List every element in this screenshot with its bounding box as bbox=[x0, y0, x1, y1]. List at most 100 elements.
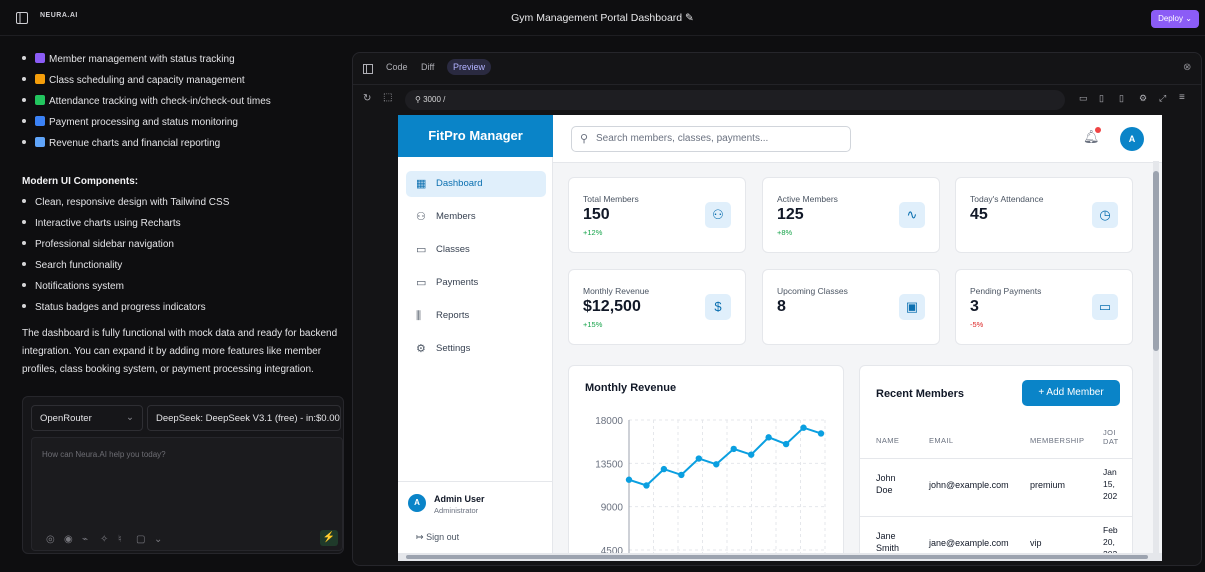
vertical-scrollbar[interactable] bbox=[1153, 161, 1159, 557]
data-point[interactable] bbox=[730, 445, 737, 453]
data-point[interactable] bbox=[625, 476, 633, 483]
feature-bullet: Payment processing and status monitoring bbox=[22, 116, 238, 128]
reload-icon[interactable]: ↻ bbox=[363, 93, 371, 104]
prompt-input[interactable]: How can Neura.AI help you today? ◎ ◉ ⌁ ✧… bbox=[31, 437, 343, 551]
chevron-down-icon: ⌄ bbox=[126, 412, 134, 423]
sidebar-item-settings[interactable]: ⚙ Settings bbox=[406, 336, 546, 362]
expand-icon[interactable]: ⤢ bbox=[1159, 93, 1166, 104]
stat-label: Total Members bbox=[583, 194, 639, 204]
search-input[interactable]: ⚲ Search members, classes, payments... bbox=[571, 126, 851, 152]
model-select[interactable]: DeepSeek: DeepSeek V3.1 (free) - in:$0.0… bbox=[147, 405, 341, 431]
data-point[interactable] bbox=[817, 430, 825, 437]
url-port: 3000 bbox=[423, 95, 441, 104]
clock-icon: ◷ bbox=[1092, 202, 1118, 228]
sparkle-icon[interactable]: ✧ bbox=[100, 534, 108, 545]
stat-value: 125 bbox=[777, 206, 804, 223]
menu-icon[interactable]: ≡ bbox=[1179, 92, 1185, 103]
revenue-panel: Monthly Revenue 4500 9000 13500 18000 bbox=[568, 365, 844, 561]
provider-select[interactable]: OpenRouter ⌄ bbox=[31, 405, 143, 431]
bullet-text: Status badges and progress indicators bbox=[35, 302, 206, 313]
pencil-icon[interactable]: ✎ bbox=[685, 12, 694, 24]
app-window: NEURA.AI Gym Management Portal Dashboard… bbox=[0, 0, 1205, 572]
horizontal-scroll-thumb[interactable] bbox=[406, 555, 1148, 559]
y-tick-label: 9000 bbox=[601, 503, 624, 514]
url-path: / bbox=[443, 95, 446, 104]
chat-icon[interactable]: ▢ bbox=[136, 534, 145, 545]
series-line bbox=[628, 426, 822, 487]
app-header: ⚲ Search members, classes, payments... 🔔︎… bbox=[553, 115, 1162, 163]
data-point[interactable] bbox=[765, 434, 772, 441]
data-point[interactable] bbox=[713, 461, 720, 468]
tab-preview[interactable]: Preview bbox=[447, 59, 492, 75]
stat-label: Active Members bbox=[777, 194, 838, 204]
feature-bullet: Member management with status tracking bbox=[22, 53, 235, 65]
prompt-placeholder: How can Neura.AI help you today? bbox=[42, 450, 166, 459]
member-name: Jane Smith bbox=[876, 531, 900, 553]
sign-out-label: Sign out bbox=[426, 532, 460, 542]
sidebar-item-members[interactable]: ⚇ Members bbox=[406, 204, 546, 230]
data-point[interactable] bbox=[643, 482, 650, 489]
sidebar-item-label: Settings bbox=[436, 343, 471, 354]
sidebar-item-dashboard[interactable]: ▦ Dashboard bbox=[406, 171, 546, 197]
chat-input-box: OpenRouter ⌄ DeepSeek: DeepSeek V3.1 (fre… bbox=[22, 396, 344, 554]
tab-code[interactable]: Code bbox=[386, 62, 408, 72]
stat-card: Today's Attendance 45 ◷ bbox=[955, 177, 1133, 253]
y-tick-label: 18000 bbox=[595, 416, 623, 427]
horizontal-scrollbar[interactable] bbox=[398, 553, 1162, 561]
member-membership: vip bbox=[1030, 538, 1042, 548]
bullet-text: Attendance tracking with check-in/check-… bbox=[49, 96, 271, 107]
data-point[interactable] bbox=[800, 424, 807, 431]
mic-icon[interactable]: ♮ bbox=[118, 534, 122, 545]
deploy-button[interactable]: Deploy ⌄ bbox=[1151, 10, 1199, 28]
close-icon[interactable]: ⊗ bbox=[1183, 62, 1191, 73]
palette-icon[interactable]: ◎ bbox=[46, 534, 55, 545]
url-input[interactable]: ⚲ 3000 / bbox=[405, 90, 1065, 110]
calendar-icon: ▭ bbox=[416, 244, 427, 256]
tablet-icon[interactable]: ▯ bbox=[1099, 93, 1104, 104]
data-point[interactable] bbox=[660, 465, 668, 473]
data-point[interactable] bbox=[678, 471, 685, 479]
search-placeholder: Search members, classes, payments... bbox=[596, 133, 769, 144]
vertical-scroll-thumb[interactable] bbox=[1153, 171, 1159, 351]
stat-change: -5% bbox=[970, 320, 984, 329]
table-header: JOI DAT bbox=[1103, 428, 1119, 446]
header-avatar[interactable]: A bbox=[1120, 127, 1144, 151]
table-header: EMAIL bbox=[929, 436, 954, 445]
bullet-dot bbox=[22, 98, 26, 103]
component-bullet: Interactive charts using Recharts bbox=[22, 218, 181, 229]
sidebar-item-reports[interactable]: ⫼ Reports bbox=[406, 303, 546, 329]
grid-icon: ▦ bbox=[416, 178, 427, 190]
sidebar-item-payments[interactable]: ▭ Payments bbox=[406, 270, 546, 296]
tab-diff[interactable]: Diff bbox=[421, 62, 434, 72]
section-heading: Modern UI Components: bbox=[22, 176, 139, 187]
stat-label: Monthly Revenue bbox=[583, 286, 650, 296]
stat-change: +12% bbox=[583, 228, 603, 237]
brand-logo: FitPro Manager bbox=[398, 115, 553, 157]
device-icon[interactable]: ▭ bbox=[1079, 93, 1088, 104]
github-icon[interactable]: ◉ bbox=[64, 534, 73, 545]
bullet-text: Member management with status tracking bbox=[49, 54, 235, 65]
table-header: NAME bbox=[876, 436, 900, 445]
project-title[interactable]: Gym Management Portal Dashboard ✎ bbox=[0, 12, 1205, 24]
data-point[interactable] bbox=[695, 455, 703, 462]
settings-icon[interactable]: ⚙ bbox=[1139, 93, 1147, 104]
add-member-button[interactable]: + Add Member bbox=[1022, 380, 1120, 406]
send-button[interactable]: ⚡ bbox=[320, 530, 338, 546]
stat-card: Upcoming Classes 8 ▣ bbox=[762, 269, 940, 345]
table-header: MEMBERSHIP bbox=[1030, 436, 1085, 445]
feature-bullet: Attendance tracking with check-in/check-… bbox=[22, 95, 271, 107]
phone-icon[interactable]: ▯ bbox=[1119, 93, 1124, 104]
bullet-dot bbox=[22, 140, 26, 145]
sidebar-item-classes[interactable]: ▭ Classes bbox=[406, 237, 546, 263]
avatar[interactable]: A bbox=[408, 494, 426, 512]
data-point[interactable] bbox=[782, 440, 790, 448]
data-point[interactable] bbox=[747, 451, 755, 458]
chevron-down-icon[interactable]: ⌄ bbox=[154, 534, 162, 545]
member-email: jane@example.com bbox=[929, 538, 1009, 548]
panel-icon[interactable] bbox=[363, 64, 373, 74]
summary-line: profiles, class booking system, or payme… bbox=[22, 364, 314, 375]
attach-icon[interactable]: ⌁ bbox=[82, 534, 88, 545]
select-icon[interactable]: ⬚ bbox=[383, 92, 392, 103]
dollar-icon: $ bbox=[705, 294, 731, 320]
sign-out-button[interactable]: ↦ Sign out bbox=[416, 532, 459, 543]
